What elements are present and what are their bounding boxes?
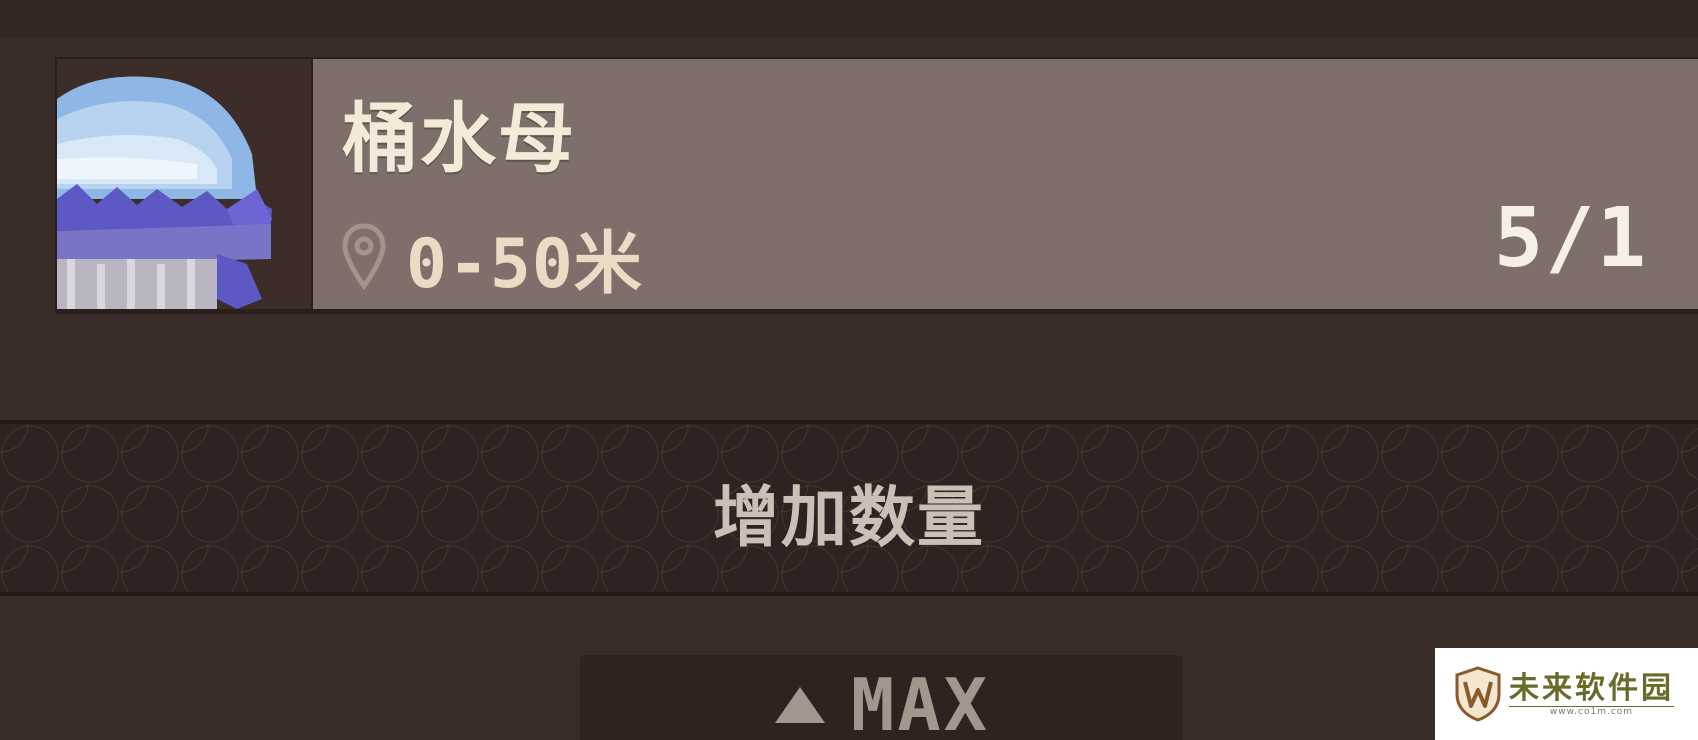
increase-quantity-label: 增加数量 (713, 479, 985, 556)
screen: 桶水母 0-50米 5/1 增加数量 MAX 未来软件园 www.co1m.co… (0, 0, 1698, 740)
depth-range: 0-50米 (406, 224, 643, 304)
max-label: MAX (850, 663, 991, 740)
fish-item-card[interactable]: 桶水母 0-50米 5/1 (55, 57, 1698, 311)
watermark-url: www.co1m.com (1509, 705, 1674, 717)
triangle-up-icon (774, 687, 825, 723)
max-button[interactable]: MAX (580, 655, 1183, 740)
depth-info: 0-50米 (342, 217, 643, 304)
top-strip (0, 0, 1698, 38)
watermark-title: 未来软件园 (1509, 670, 1674, 706)
item-name: 桶水母 (342, 94, 576, 183)
jellyfish-sprite-icon (57, 59, 313, 309)
location-pin-icon (342, 223, 386, 291)
shield-logo-icon (1455, 666, 1501, 722)
watermark: 未来软件园 www.co1m.com (1435, 648, 1698, 740)
catch-count: 5/1 (1493, 191, 1648, 286)
increase-quantity-button[interactable]: 增加数量 (0, 420, 1698, 596)
